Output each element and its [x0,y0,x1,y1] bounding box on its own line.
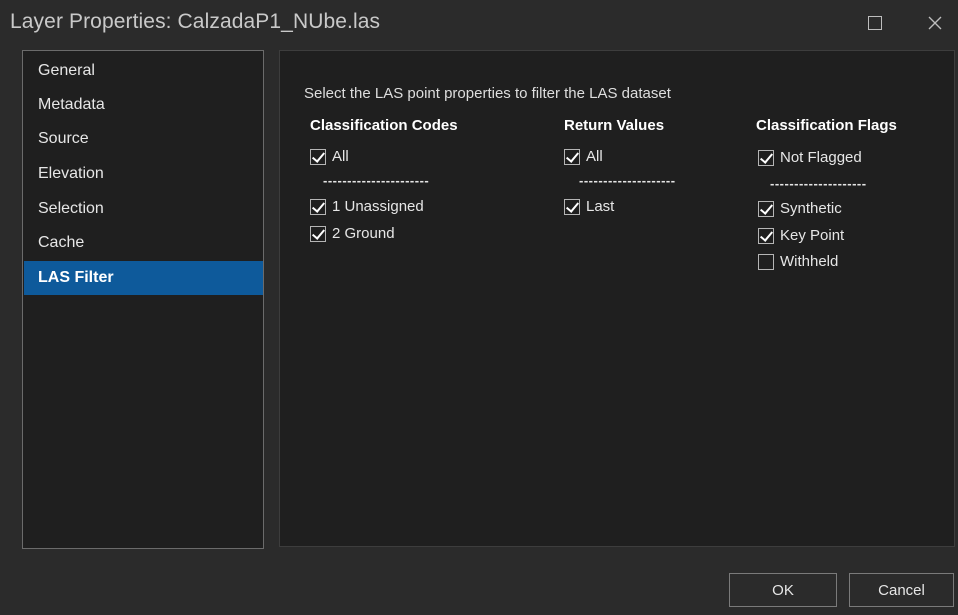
checkbox-label: Withheld [780,253,839,270]
checkbox-label: Key Point [780,227,845,244]
sidebar-item-las-filter[interactable]: LAS Filter [24,261,263,295]
cancel-button[interactable]: Cancel [849,573,954,607]
flags-key-point-checkbox[interactable]: Key Point [758,227,844,244]
flags-not-flagged-checkbox[interactable]: Not Flagged [758,149,862,166]
return-values-header: Return Values [564,117,665,134]
flags-separator: -------------------- [770,176,867,191]
sidebar-item-label: General [38,62,95,79]
checkbox-checked-icon [310,225,326,242]
checkbox-checked-icon [564,148,580,165]
title-bar: Layer Properties: CalzadaP1_NUbe.las [0,0,958,46]
maximize-button[interactable] [852,0,898,46]
sidebar-item-label: Selection [38,200,104,217]
checkbox-checked-icon [758,200,774,217]
flags-synthetic-checkbox[interactable]: Synthetic [758,200,842,217]
classification-codes-header: Classification Codes [310,117,458,134]
sidebar-item-label: Elevation [38,165,104,182]
checkbox-label: 2 Ground [332,225,395,242]
sidebar-item-metadata[interactable]: Metadata [24,88,263,122]
classification-all-checkbox[interactable]: All [310,148,349,165]
close-button[interactable] [912,0,958,46]
checkbox-checked-icon [564,198,580,215]
checkbox-label: 1 Unassigned [332,198,424,215]
maximize-icon [868,16,882,30]
checkbox-checked-icon [758,149,774,166]
checkbox-label: All [586,148,603,165]
classification-separator: ---------------------- [323,173,430,188]
window-title: Layer Properties: CalzadaP1_NUbe.las [10,10,381,33]
checkbox-label: Synthetic [780,200,842,217]
close-icon [928,16,942,30]
sidebar-item-label: Metadata [38,96,105,113]
checkbox-checked-icon [758,227,774,244]
classification-flags-header: Classification Flags [756,117,897,134]
sidebar-item-cache[interactable]: Cache [24,226,263,260]
checkbox-label: Not Flagged [780,149,862,166]
sidebar-item-source[interactable]: Source [24,122,263,156]
las-filter-panel: Select the LAS point properties to filte… [279,50,955,547]
sidebar-item-label: Source [38,130,89,147]
sidebar-nav: General Metadata Source Elevation Select… [22,50,264,549]
classification-2-ground-checkbox[interactable]: 2 Ground [310,225,395,242]
return-last-checkbox[interactable]: Last [564,198,614,215]
sidebar-item-label: LAS Filter [38,269,114,286]
sidebar-item-elevation[interactable]: Elevation [24,157,263,191]
sidebar-item-selection[interactable]: Selection [24,192,263,226]
sidebar-item-label: Cache [38,234,85,251]
checkbox-checked-icon [310,148,326,165]
checkbox-label: All [332,148,349,165]
return-separator: -------------------- [579,173,676,188]
sidebar-item-general[interactable]: General [24,54,263,88]
checkbox-checked-icon [310,198,326,215]
checkbox-label: Last [586,198,615,215]
return-all-checkbox[interactable]: All [564,148,603,165]
ok-button[interactable]: OK [729,573,837,607]
classification-1-unassigned-checkbox[interactable]: 1 Unassigned [310,198,424,215]
instruction-text: Select the LAS point properties to filte… [304,85,671,102]
flags-withheld-checkbox[interactable]: Withheld [758,253,838,270]
checkbox-unchecked-icon [758,253,774,270]
